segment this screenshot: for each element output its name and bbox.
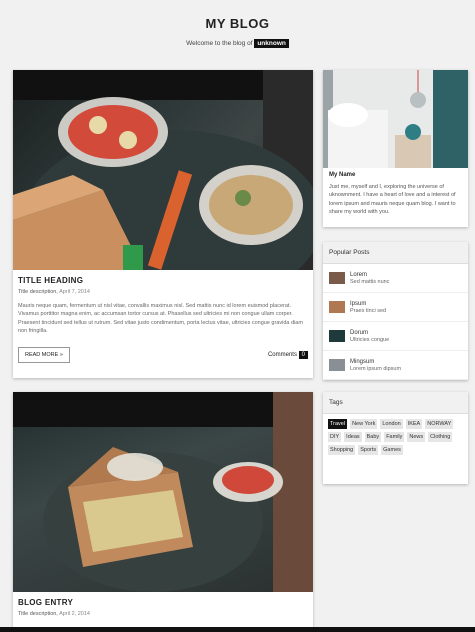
popular-post-thumbnail [329,272,345,284]
takeout-photo-illustration [13,392,313,592]
tag-sports[interactable]: Sports [358,445,379,455]
tag-games[interactable]: Games [381,445,403,455]
tags-heading: Tags [323,392,468,414]
footer-bar [0,627,475,632]
popular-post-title: Mingsum [350,358,375,365]
post-description: Title description, April 2, 2014 [18,611,308,617]
blog-post-card: BLOG ENTRY Title description, April 2, 2… [13,392,313,632]
post-excerpt: Mauris neque quam, fermentum ut nisl vit… [18,303,303,334]
popular-post-title: Dorum [350,329,369,336]
page-header: MY BLOG Welcome to the blog of unknown [0,0,475,62]
post-description: Title description, April 7, 2014 [18,289,308,295]
tag-baby[interactable]: Baby [364,432,382,442]
about-widget: My Name Just me, myself and I, exploring… [323,70,468,227]
popular-post-item[interactable]: Mingsum Lorem ipsum dipsum [323,351,468,380]
tag-london[interactable]: London [380,419,403,429]
author-bio: Just me, myself and I, exploring the uni… [329,184,456,215]
blog-title: MY BLOG [205,16,270,31]
popular-post-subtitle: Sed mattis nunc [350,278,390,285]
tag-ideas[interactable]: Ideas [344,432,362,442]
tags-widget: Tags Travel New York London IKEA NORWAY … [323,392,468,484]
popular-post-item[interactable]: Lorem Sed mattis nunc [323,264,468,293]
read-more-button[interactable]: READ MORE » [18,347,70,363]
popular-post-thumbnail [329,330,345,342]
popular-post-thumbnail [329,301,345,313]
popular-posts-heading: Popular Posts [323,242,468,264]
comments-link[interactable]: Comments 0 [267,351,308,359]
comments-label: Comments [267,352,297,358]
welcome-line: Welcome to the blog of unknown [0,39,475,48]
author-name: My Name [329,172,356,178]
popular-post-thumbnail [329,359,345,371]
post-title: BLOG ENTRY [18,598,74,607]
popular-post-item[interactable]: Ipsum Praes tinci sed [323,293,468,322]
tag-shopping[interactable]: Shopping [328,445,356,455]
post-date: April 2, 2014 [59,611,90,617]
post-title: TITLE HEADING [18,276,84,285]
food-photo-illustration [13,70,313,270]
popular-post-title: Lorem [350,271,368,278]
tag-family[interactable]: Family [384,432,405,442]
popular-post-subtitle: Lorem ipsum dipsum [350,365,402,372]
tag-clothing[interactable]: Clothing [428,432,453,442]
post-description-text: Title description, [18,289,58,295]
tag-norway[interactable]: NORWAY [425,419,454,429]
comments-count-badge: 0 [298,351,308,359]
popular-post-subtitle: Ultricies congue [350,336,390,343]
popular-post-item[interactable]: Dorum Ultricies congue [323,322,468,351]
post-takeout-image [13,392,313,592]
post-date: April 7, 2014 [59,289,90,295]
tag-travel[interactable]: Travel [328,419,348,429]
tag-list: Travel New York London IKEA NORWAY DIY I… [323,414,468,460]
post-food-image [13,70,313,270]
blog-post-card: TITLE HEADING Title description, April 7… [13,70,313,378]
popular-posts-widget: Popular Posts Lorem Sed mattis nunc Ipsu… [323,242,468,380]
popular-post-subtitle: Praes tinci sed [350,307,387,314]
popular-post-title: Ipsum [350,300,367,307]
tag-new-york[interactable]: New York [350,419,378,429]
tag-news[interactable]: News [407,432,426,442]
post-description-text: Title description, [18,611,58,617]
tag-ikea[interactable]: IKEA [405,419,423,429]
tag-diy[interactable]: DIY [328,432,342,442]
blog-owner-tag: unknown [254,39,289,48]
bedroom-photo-illustration [323,70,468,168]
about-bedroom-image [323,70,468,168]
welcome-text: Welcome to the blog of [186,40,253,47]
